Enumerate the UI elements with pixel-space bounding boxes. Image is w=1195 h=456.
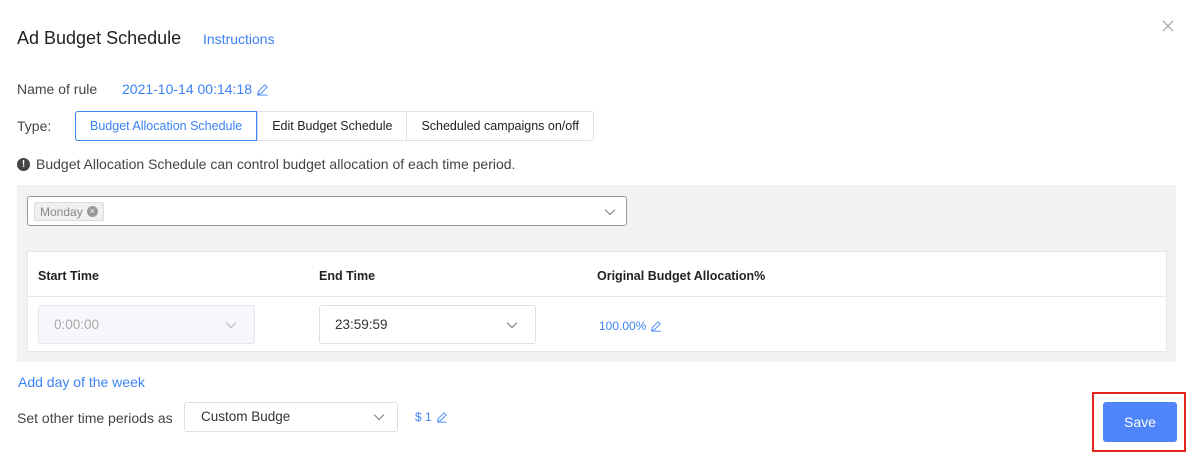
chevron-down-icon xyxy=(604,209,616,216)
close-icon[interactable] xyxy=(1160,18,1176,34)
rule-name-label: Name of rule xyxy=(17,81,98,97)
pencil-icon[interactable] xyxy=(650,320,662,332)
notice: ! Budget Allocation Schedule can control… xyxy=(17,156,515,172)
start-time-select: 0:00:00 xyxy=(38,305,255,344)
header-divider xyxy=(28,296,1166,297)
add-day-of-week-link[interactable]: Add day of the week xyxy=(18,374,145,390)
other-periods-value: Custom Budge xyxy=(201,409,291,424)
pencil-icon[interactable] xyxy=(256,83,269,96)
tag-remove-icon[interactable]: × xyxy=(86,206,98,217)
chevron-down-icon xyxy=(373,414,385,421)
chevron-down-icon xyxy=(506,322,518,329)
rule-name-value[interactable]: 2021-10-14 00:14:18 xyxy=(122,81,269,97)
pencil-icon[interactable] xyxy=(436,411,448,423)
chevron-down-icon xyxy=(225,322,237,329)
column-header-allocation: Original Budget Allocation% xyxy=(597,269,766,283)
column-header-end-time: End Time xyxy=(319,269,376,283)
end-time-value: 23:59:59 xyxy=(335,317,388,332)
tab-budget-allocation-schedule[interactable]: Budget Allocation Schedule xyxy=(75,111,258,141)
type-label: Type: xyxy=(17,118,52,134)
day-tag: Monday × xyxy=(34,202,104,221)
schedule-panel: Monday × Start Time End Time Original Bu… xyxy=(17,185,1176,362)
custom-budget-amount-text: $ 1 xyxy=(415,410,432,424)
column-header-start-time: Start Time xyxy=(38,269,99,283)
rule-name-text: 2021-10-14 00:14:18 xyxy=(122,81,252,97)
exclamation-circle-icon: ! xyxy=(17,157,30,171)
custom-budget-amount[interactable]: $ 1 xyxy=(415,410,448,424)
schedule-table: Start Time End Time Original Budget Allo… xyxy=(27,251,1167,352)
end-time-select[interactable]: 23:59:59 xyxy=(319,305,536,344)
type-tabs: Budget Allocation Schedule Edit Budget S… xyxy=(75,111,594,141)
tab-edit-budget-schedule[interactable]: Edit Budget Schedule xyxy=(257,112,406,140)
allocation-text: 100.00% xyxy=(599,319,647,333)
save-button[interactable]: Save xyxy=(1103,402,1177,442)
other-periods-select[interactable]: Custom Budge xyxy=(184,402,398,432)
other-periods-label: Set other time periods as xyxy=(17,410,173,426)
tab-scheduled-campaigns-onoff[interactable]: Scheduled campaigns on/off xyxy=(406,112,593,140)
allocation-value[interactable]: 100.00% xyxy=(599,319,662,333)
instructions-link[interactable]: Instructions xyxy=(203,31,275,47)
notice-text: Budget Allocation Schedule can control b… xyxy=(36,156,516,172)
day-of-week-select[interactable]: Monday × xyxy=(27,196,627,226)
start-time-value: 0:00:00 xyxy=(54,317,100,332)
page-title: Ad Budget Schedule xyxy=(17,28,182,48)
day-tag-label: Monday xyxy=(40,204,83,219)
